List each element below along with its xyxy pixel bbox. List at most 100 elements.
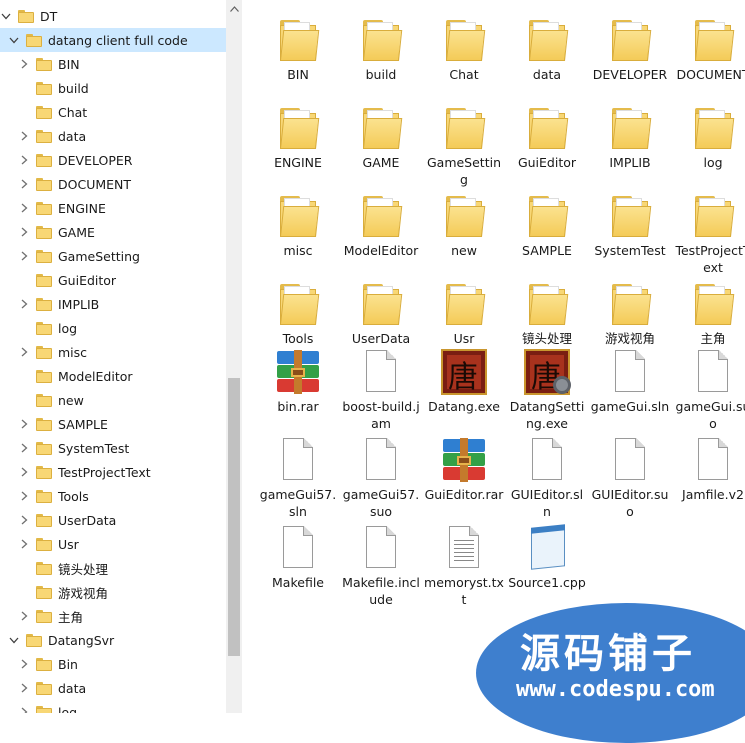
- tree-item-folder[interactable]: Usr: [0, 532, 226, 556]
- tree-item-folder[interactable]: Tools: [0, 484, 226, 508]
- chevron-right-icon[interactable]: [18, 226, 30, 238]
- tree-item-folder[interactable]: new: [0, 388, 226, 412]
- tree-item-datangsvr[interactable]: DatangSvr: [0, 628, 226, 652]
- tree-item-folder[interactable]: log: [0, 700, 226, 713]
- file-item[interactable]: Source1.cpp: [505, 520, 589, 591]
- chevron-right-icon[interactable]: [18, 58, 30, 70]
- chevron-right-icon[interactable]: [18, 298, 30, 310]
- tree-item-folder[interactable]: IMPLIB: [0, 292, 226, 316]
- file-item[interactable]: misc: [256, 188, 340, 259]
- file-item[interactable]: 游戏视角: [588, 276, 672, 347]
- file-item[interactable]: Makefile.include: [339, 520, 423, 608]
- chevron-down-icon[interactable]: [8, 634, 20, 646]
- tree-item-folder[interactable]: 游戏视角: [0, 580, 226, 604]
- file-item[interactable]: boost-build.jam: [339, 344, 423, 432]
- chevron-right-icon[interactable]: [18, 706, 30, 713]
- file-item[interactable]: data: [505, 12, 589, 83]
- folder-icon: [36, 57, 52, 71]
- tree-item-folder[interactable]: DEVELOPER: [0, 148, 226, 172]
- chevron-right-icon[interactable]: [18, 130, 30, 142]
- chevron-down-icon[interactable]: [0, 10, 12, 22]
- chevron-right-icon[interactable]: [18, 490, 30, 502]
- file-item[interactable]: bin.rar: [256, 344, 340, 415]
- file-name: ENGINE: [274, 155, 322, 170]
- tree-item-folder[interactable]: UserData: [0, 508, 226, 532]
- file-item[interactable]: TestProjectText: [671, 188, 745, 276]
- tree-item-folder[interactable]: data: [0, 124, 226, 148]
- file-item[interactable]: GUIEditor.suo: [588, 432, 672, 520]
- file-item[interactable]: DOCUMENT: [671, 12, 745, 83]
- file-item[interactable]: memoryst.txt: [422, 520, 506, 608]
- tree-item-folder[interactable]: Chat: [0, 100, 226, 124]
- tree-item-folder[interactable]: SystemTest: [0, 436, 226, 460]
- chevron-right-icon[interactable]: [18, 466, 30, 478]
- file-name: gameGui.sln: [590, 399, 670, 414]
- tree-item-folder[interactable]: misc: [0, 340, 226, 364]
- file-item[interactable]: IMPLIB: [588, 100, 672, 171]
- scroll-thumb[interactable]: [228, 378, 240, 656]
- file-item[interactable]: GuiEditor.rar: [422, 432, 506, 503]
- file-item[interactable]: Jamfile.v2: [671, 432, 745, 503]
- file-item[interactable]: 镜头处理: [505, 276, 589, 347]
- file-item[interactable]: log: [671, 100, 745, 171]
- file-item[interactable]: gameGui57.suo: [339, 432, 423, 520]
- file-item[interactable]: Chat: [422, 12, 506, 83]
- file-item[interactable]: 唐 DatangSetting.exe: [505, 344, 589, 432]
- tree-item-folder[interactable]: ENGINE: [0, 196, 226, 220]
- chevron-right-icon[interactable]: [18, 658, 30, 670]
- file-item[interactable]: new: [422, 188, 506, 259]
- tree-item-folder[interactable]: TestProjectText: [0, 460, 226, 484]
- tree-item-folder[interactable]: 镜头处理: [0, 556, 226, 580]
- file-item[interactable]: GAME: [339, 100, 423, 171]
- tree-scrollbar[interactable]: [226, 0, 242, 713]
- tree-item-folder[interactable]: 主角: [0, 604, 226, 628]
- scroll-up-arrow-icon[interactable]: [226, 0, 242, 17]
- chevron-right-icon[interactable]: [18, 178, 30, 190]
- file-item[interactable]: ENGINE: [256, 100, 340, 171]
- file-item[interactable]: gameGui.sln: [588, 344, 672, 415]
- chevron-right-icon[interactable]: [18, 442, 30, 454]
- tree-item-folder[interactable]: DOCUMENT: [0, 172, 226, 196]
- tree-item-folder[interactable]: GuiEditor: [0, 268, 226, 292]
- chevron-right-icon[interactable]: [18, 418, 30, 430]
- file-item[interactable]: GuiEditor: [505, 100, 589, 171]
- tree-item-folder[interactable]: GAME: [0, 220, 226, 244]
- chevron-right-icon[interactable]: [18, 682, 30, 694]
- file-item[interactable]: Usr: [422, 276, 506, 347]
- file-name: BIN: [287, 67, 309, 82]
- file-item[interactable]: GUIEditor.sln: [505, 432, 589, 520]
- tree-item-folder[interactable]: data: [0, 676, 226, 700]
- folder-icon: [36, 297, 52, 311]
- tree-item-folder[interactable]: SAMPLE: [0, 412, 226, 436]
- tree-item-datang-client[interactable]: datang client full code: [0, 28, 226, 52]
- tree-item-folder[interactable]: build: [0, 76, 226, 100]
- chevron-right-icon[interactable]: [18, 514, 30, 526]
- file-item[interactable]: gameGui.suo: [671, 344, 745, 432]
- file-item[interactable]: 唐 Datang.exe: [422, 344, 506, 415]
- tree-item-folder[interactable]: ModelEditor: [0, 364, 226, 388]
- chevron-right-icon[interactable]: [18, 202, 30, 214]
- tree-item-folder[interactable]: GameSetting: [0, 244, 226, 268]
- file-item[interactable]: BIN: [256, 12, 340, 83]
- file-item[interactable]: DEVELOPER: [588, 12, 672, 83]
- file-item[interactable]: Makefile: [256, 520, 340, 591]
- chevron-right-icon[interactable]: [18, 346, 30, 358]
- file-item[interactable]: UserData: [339, 276, 423, 347]
- chevron-right-icon[interactable]: [18, 250, 30, 262]
- tree-item-folder[interactable]: Bin: [0, 652, 226, 676]
- file-item[interactable]: SystemTest: [588, 188, 672, 259]
- file-item[interactable]: build: [339, 12, 423, 83]
- chevron-right-icon[interactable]: [18, 610, 30, 622]
- chevron-right-icon[interactable]: [18, 154, 30, 166]
- file-item[interactable]: Tools: [256, 276, 340, 347]
- file-item[interactable]: SAMPLE: [505, 188, 589, 259]
- tree-item-folder[interactable]: log: [0, 316, 226, 340]
- file-item[interactable]: 主角: [671, 276, 745, 347]
- chevron-down-icon[interactable]: [8, 34, 20, 46]
- tree-item-folder[interactable]: BIN: [0, 52, 226, 76]
- chevron-right-icon[interactable]: [18, 538, 30, 550]
- file-item[interactable]: ModelEditor: [339, 188, 423, 259]
- file-item[interactable]: GameSetting: [422, 100, 506, 188]
- tree-item-dt[interactable]: DT: [0, 4, 226, 28]
- file-item[interactable]: gameGui57.sln: [256, 432, 340, 520]
